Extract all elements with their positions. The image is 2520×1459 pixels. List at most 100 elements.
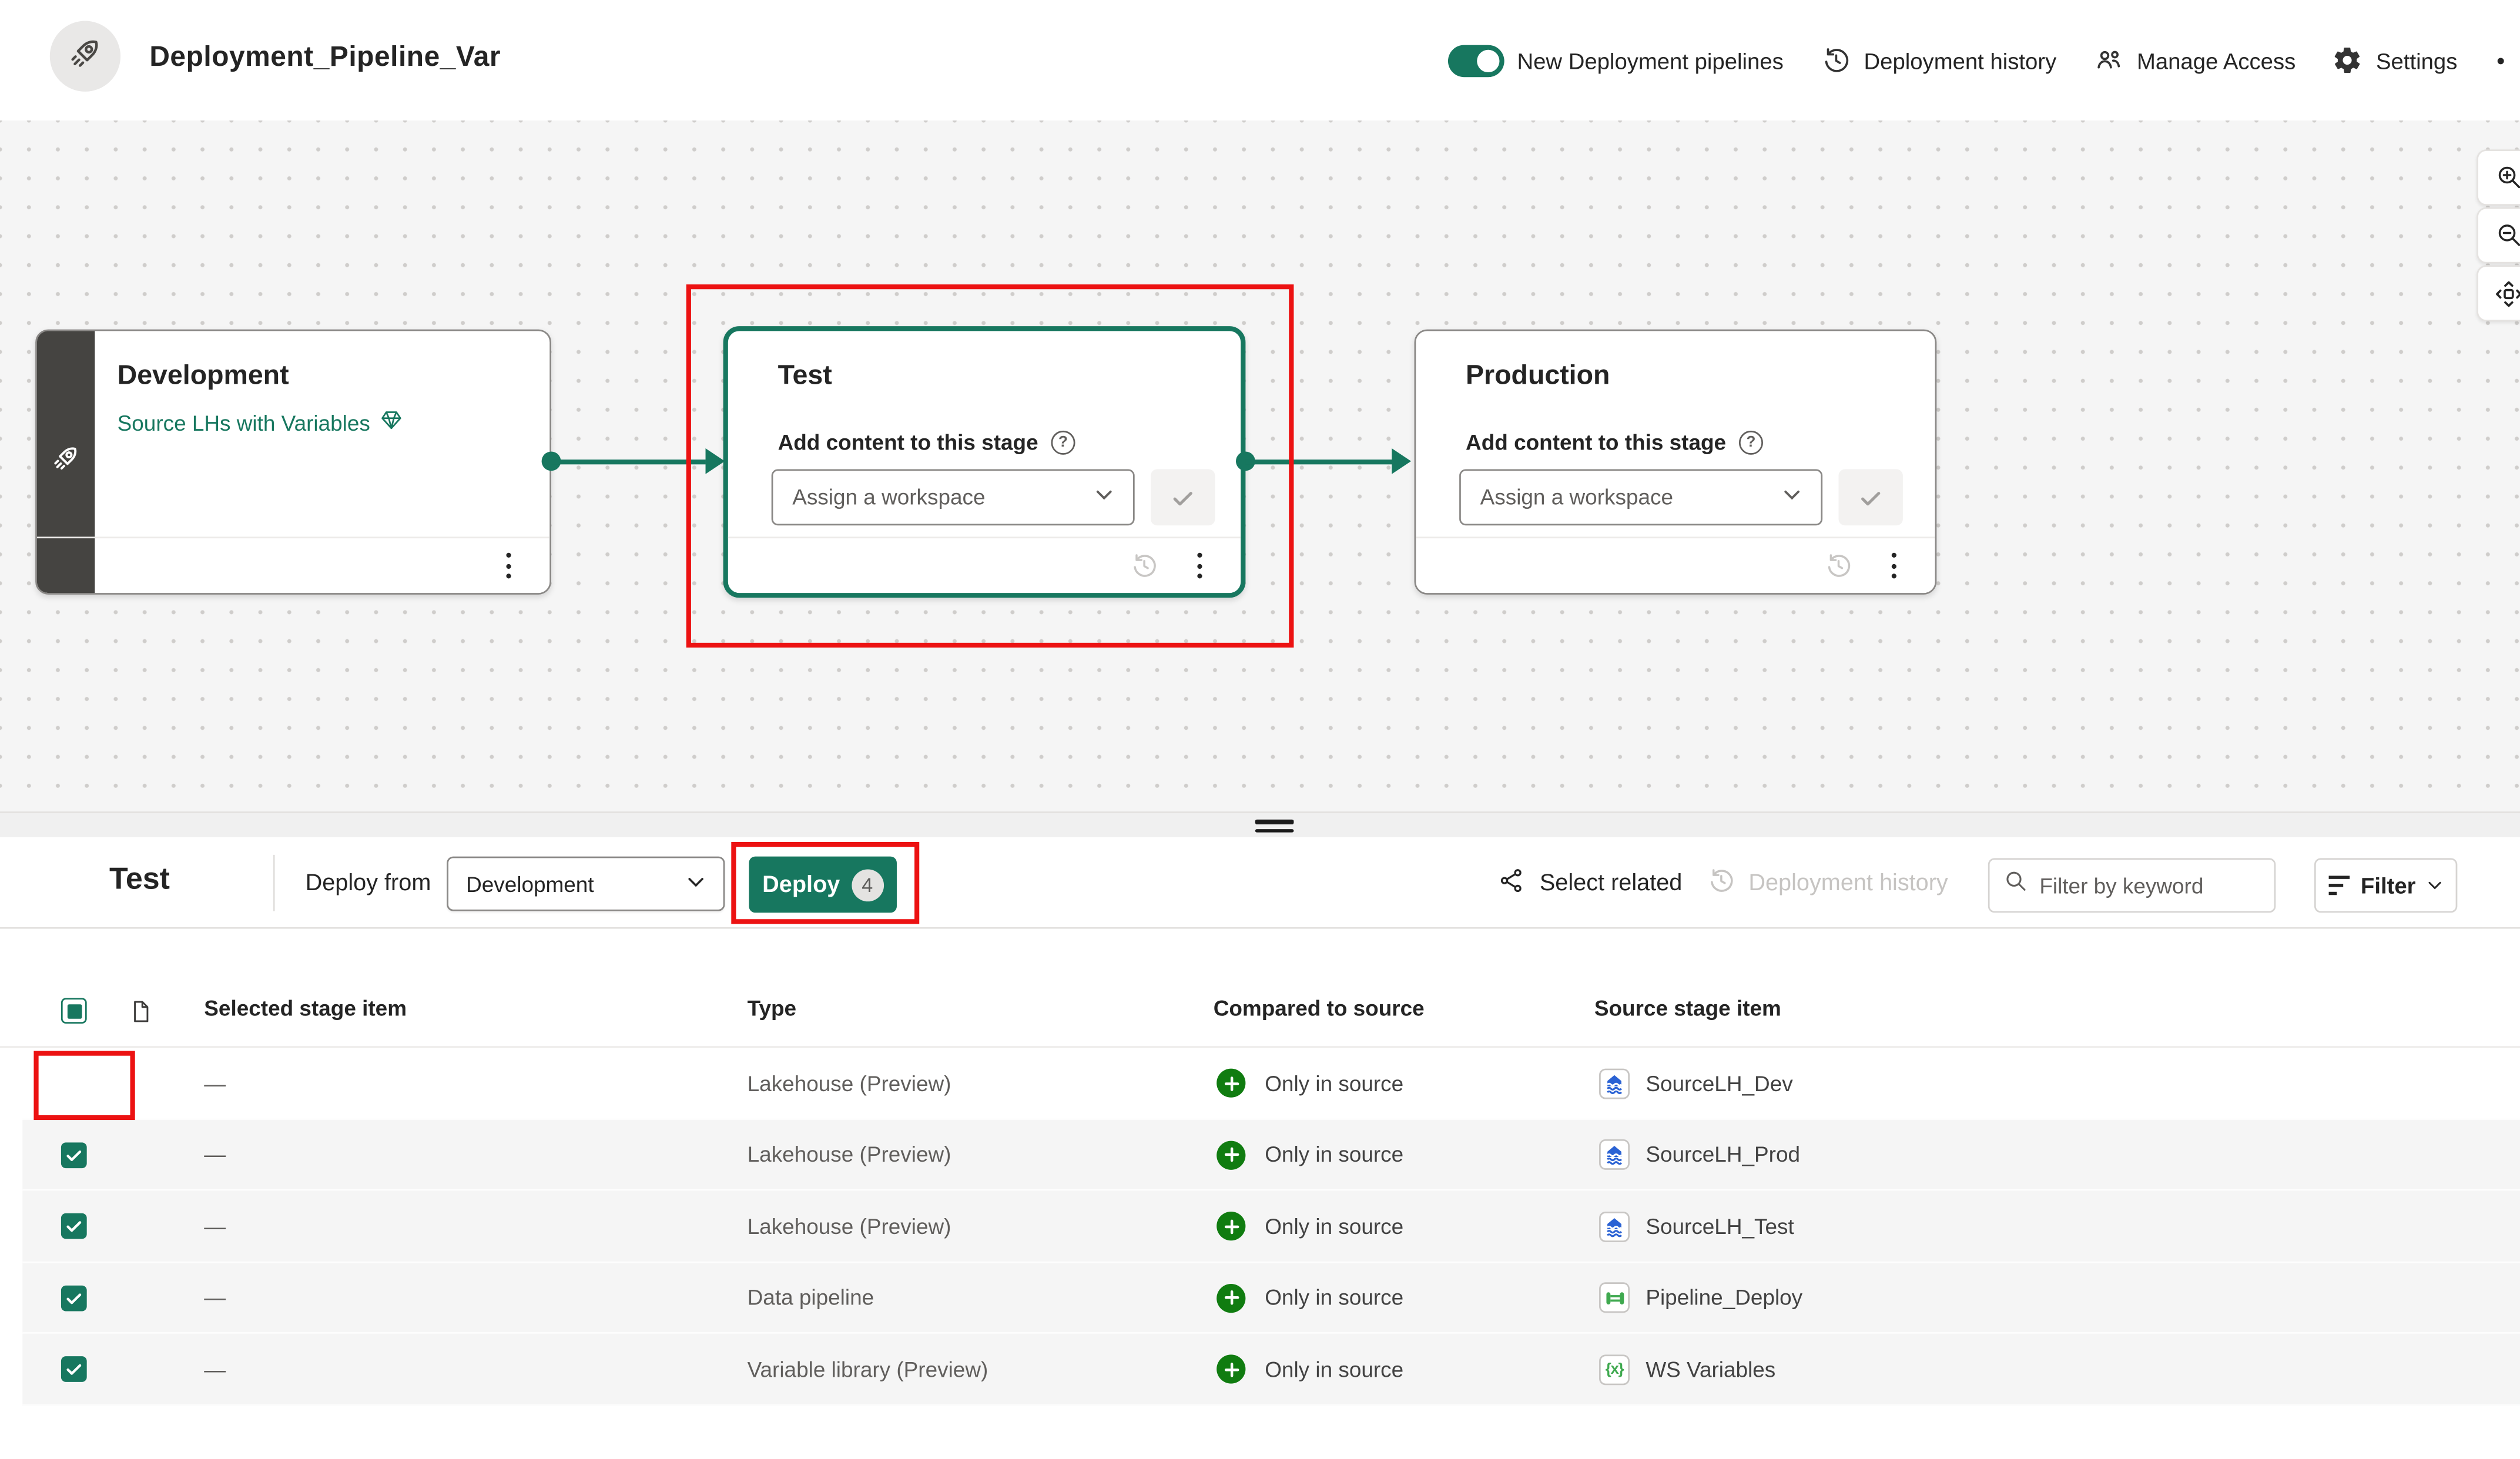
type-cell: Variable library (Preview) <box>748 1334 988 1406</box>
filter-icon <box>2328 876 2350 895</box>
canvas-zoom-controls <box>2477 149 2520 321</box>
zoom-in-button[interactable] <box>2477 149 2520 206</box>
only-in-source-icon <box>1217 1141 1245 1169</box>
deploy-button-label: Deploy <box>762 872 840 898</box>
stage-card-production[interactable]: Production Add content to this stage ? A… <box>1415 330 1937 595</box>
zoom-out-button[interactable] <box>2477 207 2520 264</box>
gem-icon <box>380 408 404 437</box>
manage-access-label: Manage Access <box>2137 48 2296 73</box>
workspace-link-label: Source LHs with Variables <box>118 411 370 435</box>
column-selected-stage-item[interactable]: Selected stage item <box>204 997 407 1021</box>
help-icon[interactable]: ? <box>1051 431 1075 455</box>
column-source-stage-item[interactable]: Source stage item <box>1594 997 1781 1021</box>
more-options-icon[interactable] <box>1885 546 1903 585</box>
type-cell: Lakehouse (Preview) <box>748 1190 951 1262</box>
more-options-icon[interactable] <box>1191 546 1208 585</box>
connector-line <box>1245 459 1393 464</box>
deploy-from-dropdown[interactable]: Development <box>447 857 725 911</box>
fit-to-screen-button[interactable] <box>2477 265 2520 321</box>
pipeline-canvas: Development Source LHs with Variables Te… <box>0 120 2520 811</box>
compared-status-cell: Only in source <box>1265 1190 1403 1262</box>
people-icon <box>2093 45 2124 76</box>
only-in-source-icon <box>1217 1355 1245 1384</box>
keyword-search-box[interactable] <box>1988 858 2276 913</box>
search-input[interactable] <box>2039 873 2248 897</box>
deploy-from-value: Development <box>466 872 594 896</box>
select-all-checkbox[interactable] <box>61 998 87 1024</box>
deploy-from-label: Deploy from <box>306 871 431 897</box>
table-row[interactable]: — Lakehouse (Preview) Only in source Sou… <box>0 1190 2520 1262</box>
history-icon <box>1707 866 1735 901</box>
toggle-knob <box>1477 49 1499 71</box>
rocket-icon <box>50 442 82 482</box>
stage-history-icon[interactable] <box>1130 551 1158 580</box>
settings-button[interactable]: Settings <box>2333 45 2457 76</box>
chevron-down-icon <box>1094 485 1114 509</box>
source-item-name: SourceLH_Prod <box>1646 1143 1800 1167</box>
only-in-source-icon <box>1217 1283 1245 1312</box>
assign-workspace-dropdown[interactable]: Assign a workspace <box>772 469 1135 526</box>
row-checkbox[interactable] <box>61 1357 87 1383</box>
selected-stage-item-cell: — <box>204 1262 226 1334</box>
connector-arrowhead <box>1392 448 1411 474</box>
deployment-history-label: Deployment history <box>1748 870 1948 896</box>
confirm-assign-button[interactable] <box>1838 469 1902 526</box>
share-icon <box>1498 866 1527 901</box>
selected-stage-item-cell: — <box>204 1334 226 1406</box>
deployment-history-button[interactable]: Deployment history <box>1821 45 2057 76</box>
type-cell: Data pipeline <box>748 1262 874 1334</box>
new-pipelines-toggle[interactable] <box>1448 44 1504 76</box>
table-row[interactable]: — Variable library (Preview) Only in sou… <box>0 1334 2520 1406</box>
history-icon <box>1821 45 1851 76</box>
chevron-down-icon <box>686 872 706 896</box>
workspace-link[interactable]: Source LHs with Variables <box>118 408 404 437</box>
new-pipelines-toggle-group: New Deployment pipelines <box>1448 44 1784 76</box>
lakehouse-icon <box>1599 1068 1630 1099</box>
connector-arrowhead <box>706 448 725 474</box>
confirm-assign-button[interactable] <box>1151 469 1215 526</box>
select-related-button[interactable]: Select related <box>1498 837 1683 929</box>
table-row[interactable]: — Lakehouse (Preview) Only in source Sou… <box>0 1048 2520 1119</box>
gear-icon <box>2333 45 2363 76</box>
source-item-name: WS Variables <box>1646 1357 1775 1381</box>
selected-stage-item-cell: — <box>204 1190 226 1262</box>
stage-title: Production <box>1466 360 1610 393</box>
manage-access-button[interactable]: Manage Access <box>2093 45 2296 76</box>
row-checkbox[interactable] <box>61 1213 87 1239</box>
stage-title: Development <box>118 360 289 393</box>
compared-status-cell: Only in source <box>1265 1119 1403 1191</box>
item-file-icon <box>127 974 154 1048</box>
toggle-label: New Deployment pipelines <box>1517 48 1783 73</box>
deployment-history-label: Deployment history <box>1864 48 2057 73</box>
table-row[interactable]: — Data pipeline Only in source Pipeline_… <box>0 1262 2520 1334</box>
assign-workspace-placeholder: Assign a workspace <box>1480 485 1673 509</box>
only-in-source-icon <box>1217 1212 1245 1241</box>
overflow-menu-icon[interactable] <box>2498 57 2504 63</box>
help-icon[interactable]: ? <box>1739 431 1763 455</box>
deploy-button[interactable]: Deploy 4 <box>749 857 897 913</box>
row-checkbox[interactable] <box>61 1285 87 1311</box>
app-window: Deployment_Pipeline_Var New Deployment p… <box>0 0 2520 1459</box>
lakehouse-icon <box>1599 1140 1630 1170</box>
selected-stage-item-cell: — <box>204 1048 226 1119</box>
stage-title: Test <box>778 360 832 393</box>
deployment-history-button-disabled[interactable]: Deployment history <box>1707 837 1948 929</box>
stage-card-development[interactable]: Development Source LHs with Variables <box>35 330 551 595</box>
stage-card-test[interactable]: Test Add content to this stage ? Assign … <box>723 326 1246 598</box>
chevron-down-icon <box>2427 877 2443 893</box>
only-in-source-icon <box>1217 1069 1245 1098</box>
panel-splitter[interactable] <box>0 811 2520 837</box>
chevron-down-icon <box>1782 485 1802 509</box>
stage-history-icon[interactable] <box>1824 551 1853 580</box>
deploy-toolbar: Test Deploy from Development Deploy 4 Se… <box>0 837 2520 929</box>
column-type[interactable]: Type <box>748 997 796 1021</box>
splitter-handle-icon[interactable] <box>1255 820 1294 833</box>
search-icon <box>2004 869 2028 901</box>
row-checkbox[interactable] <box>61 1142 87 1168</box>
assign-workspace-dropdown[interactable]: Assign a workspace <box>1459 469 1822 526</box>
table-row[interactable]: — Lakehouse (Preview) Only in source Sou… <box>0 1119 2520 1191</box>
filter-button[interactable]: Filter <box>2314 858 2457 913</box>
more-options-icon[interactable] <box>500 546 517 585</box>
settings-label: Settings <box>2376 48 2457 73</box>
column-compared-to-source[interactable]: Compared to source <box>1214 997 1425 1021</box>
